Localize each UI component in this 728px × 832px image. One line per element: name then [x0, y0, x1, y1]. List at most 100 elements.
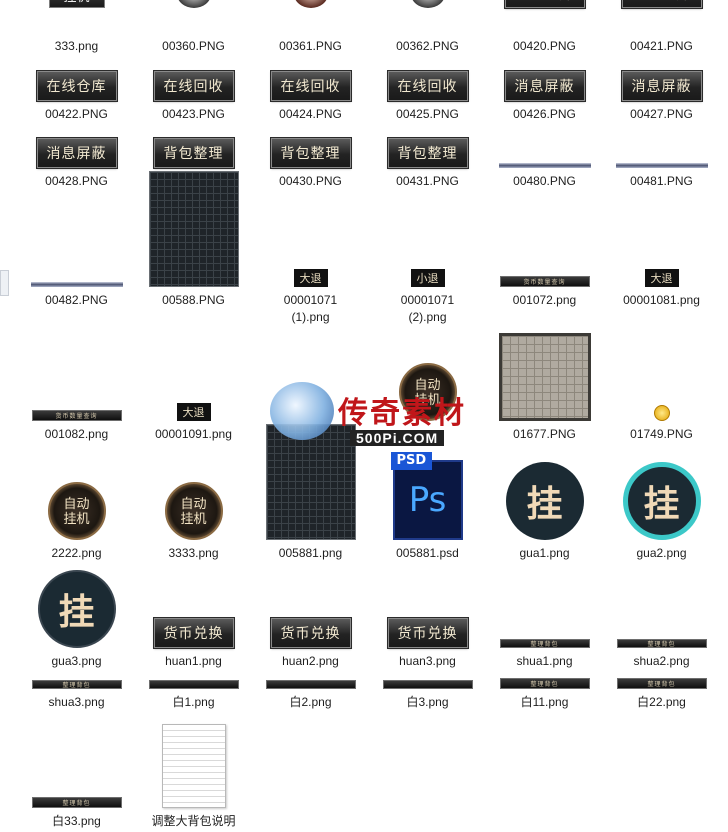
file-thumbnail[interactable] — [486, 330, 603, 421]
divider-line-thumbnail — [30, 282, 123, 287]
file-thumbnail[interactable]: 自动 挂机 — [369, 330, 486, 421]
file-thumbnail[interactable]: 消息屏蔽 — [486, 60, 603, 102]
file-thumbnail[interactable]: 在线仓库 — [603, 0, 720, 9]
close-icon: ✕ — [410, 0, 445, 8]
file-thumbnail[interactable]: 大退 — [252, 195, 369, 287]
file-name-label: gua1.png — [519, 546, 570, 560]
button-image-thumbnail: 在线回收 — [152, 70, 235, 102]
auto-hang-round-icon: 自动 挂机 — [47, 482, 106, 540]
file-thumbnail[interactable] — [252, 424, 369, 540]
file-name-label: 00480.PNG — [513, 174, 576, 188]
button-image-thumbnail: 在线仓库 — [35, 70, 118, 102]
file-name-label: 白2.png — [289, 695, 332, 709]
file-thumbnail[interactable]: 整理背包 — [603, 675, 720, 689]
file-thumbnail[interactable]: 货币兑换 — [252, 565, 369, 649]
gua-round-icon: 挂 — [37, 570, 116, 648]
file-thumbnail[interactable] — [486, 130, 603, 168]
file-thumbnail[interactable] — [135, 171, 252, 287]
file-thumbnail[interactable]: 整理背包 — [486, 675, 603, 689]
file-thumbnail[interactable]: 在线回收 — [135, 60, 252, 102]
file-name-label: 00482.PNG — [45, 293, 108, 307]
label-tag-thumbnail: 大退 — [293, 269, 328, 287]
file-name-label: 2222.png — [51, 546, 102, 560]
divider-line-thumbnail — [498, 163, 591, 168]
file-thumbnail[interactable]: ✕ — [252, 0, 369, 8]
button-image-thumbnail: 背包整理 — [269, 137, 352, 169]
file-name-label: 00430.PNG — [279, 174, 342, 188]
file-thumbnail[interactable]: 整理背包 — [486, 565, 603, 648]
file-thumbnail[interactable]: 大退 — [135, 330, 252, 421]
bar-image-thumbnail: 货币数量查询 — [31, 410, 122, 421]
file-name-label: 00427.PNG — [630, 107, 693, 121]
file-name-label: 调整大背包说明 — [151, 814, 236, 828]
file-thumbnail[interactable]: 货币兑换 — [135, 565, 252, 649]
file-thumbnail[interactable]: 挂 — [603, 455, 720, 540]
button-image-thumbnail: 货币兑换 — [269, 617, 352, 649]
label-tag-thumbnail: 大退 — [644, 269, 679, 287]
file-name-label: 00001071 (1).png — [283, 293, 338, 324]
file-thumbnail[interactable]: 自动 挂机 — [135, 455, 252, 540]
file-thumbnail[interactable]: 小退 — [369, 195, 486, 287]
button-image-thumbnail: 在线回收 — [269, 70, 352, 102]
label-tag-thumbnail: 小退 — [410, 269, 445, 287]
file-name-label: 00428.PNG — [45, 174, 108, 188]
file-name-label: 00362.PNG — [396, 39, 459, 53]
file-thumbnail[interactable]: 整理背包 — [603, 565, 720, 648]
bar-image-thumbnail: 整理背包 — [499, 639, 590, 648]
file-thumbnail[interactable]: 背包整理 — [369, 130, 486, 169]
auto-hang-round-icon: 自动 挂机 — [398, 363, 457, 421]
file-thumbnail[interactable]: ✕ — [369, 0, 486, 8]
file-name-label: 00420.PNG — [513, 39, 576, 53]
button-image-thumbnail: 消息屏蔽 — [35, 137, 118, 169]
file-name-label: shua2.png — [633, 654, 690, 668]
file-thumbnail[interactable] — [252, 675, 369, 689]
close-icon: ✕ — [293, 0, 328, 8]
file-thumbnail[interactable]: 在线仓库 — [486, 0, 603, 9]
file-thumbnail[interactable]: 在线回收 — [369, 60, 486, 102]
file-thumbnail[interactable]: 挂机 — [18, 0, 135, 8]
file-icon-view: 挂机 333.png ✕ 00360.PNG ✕ 00361.PNG ✕ 00362.PNG 在… — [0, 0, 728, 832]
file-thumbnail[interactable]: 在线仓库 — [18, 60, 135, 102]
file-thumbnail[interactable] — [603, 330, 720, 421]
file-thumbnail[interactable]: 消息屏蔽 — [18, 130, 135, 169]
sidebar-splitter-handle[interactable] — [0, 270, 9, 296]
button-image-thumbnail: 在线回收 — [386, 70, 469, 102]
file-thumbnail[interactable]: 挂 — [486, 455, 603, 540]
file-thumbnail[interactable]: 整理背包 — [18, 675, 135, 689]
file-thumbnail[interactable]: PSD Ps — [369, 452, 486, 540]
label-tag-thumbnail: 大退 — [176, 403, 211, 421]
button-image-thumbnail: 消息屏蔽 — [503, 70, 586, 102]
file-name-label: gua3.png — [51, 654, 102, 668]
file-thumbnail[interactable]: 挂 — [18, 565, 135, 648]
file-name-label: gua2.png — [636, 546, 687, 560]
file-thumbnail[interactable]: 背包整理 — [135, 130, 252, 169]
bar-image-thumbnail — [382, 680, 473, 689]
file-thumbnail[interactable] — [18, 195, 135, 287]
file-thumbnail[interactable]: 背包整理 — [252, 130, 369, 169]
file-thumbnail[interactable]: 货币数量查询 — [486, 195, 603, 287]
file-thumbnail[interactable]: ✕ — [135, 0, 252, 8]
psd-tag: PSD — [390, 452, 433, 470]
button-image-thumbnail: 消息屏蔽 — [620, 70, 703, 102]
file-thumbnail[interactable]: 在线回收 — [252, 60, 369, 102]
file-thumbnail[interactable]: 货币兑换 — [369, 565, 486, 649]
file-name-label: 白11.png — [520, 695, 569, 709]
grid-panel-thumbnail — [148, 171, 239, 287]
file-name-label: 白22.png — [637, 695, 686, 709]
file-thumbnail[interactable]: 大退 — [603, 195, 720, 287]
file-name-label: 005881.psd — [396, 546, 459, 560]
file-thumbnail[interactable] — [603, 130, 720, 168]
file-thumbnail[interactable]: 消息屏蔽 — [603, 60, 720, 102]
gua-round-icon: 挂 — [505, 462, 584, 540]
file-thumbnail[interactable]: 整理背包 — [18, 705, 135, 808]
file-thumbnail[interactable] — [252, 330, 369, 421]
file-name-label: 00431.PNG — [396, 174, 459, 188]
file-name-label: 00001081.png — [623, 293, 700, 307]
file-thumbnail[interactable] — [135, 675, 252, 689]
file-thumbnail[interactable] — [135, 705, 252, 808]
file-thumbnail[interactable]: 货币数量查询 — [18, 330, 135, 421]
bar-image-thumbnail: 整理背包 — [616, 678, 707, 689]
file-name-label: 00001071 (2).png — [400, 293, 455, 324]
file-thumbnail[interactable]: 自动 挂机 — [18, 455, 135, 540]
file-thumbnail[interactable] — [369, 675, 486, 689]
